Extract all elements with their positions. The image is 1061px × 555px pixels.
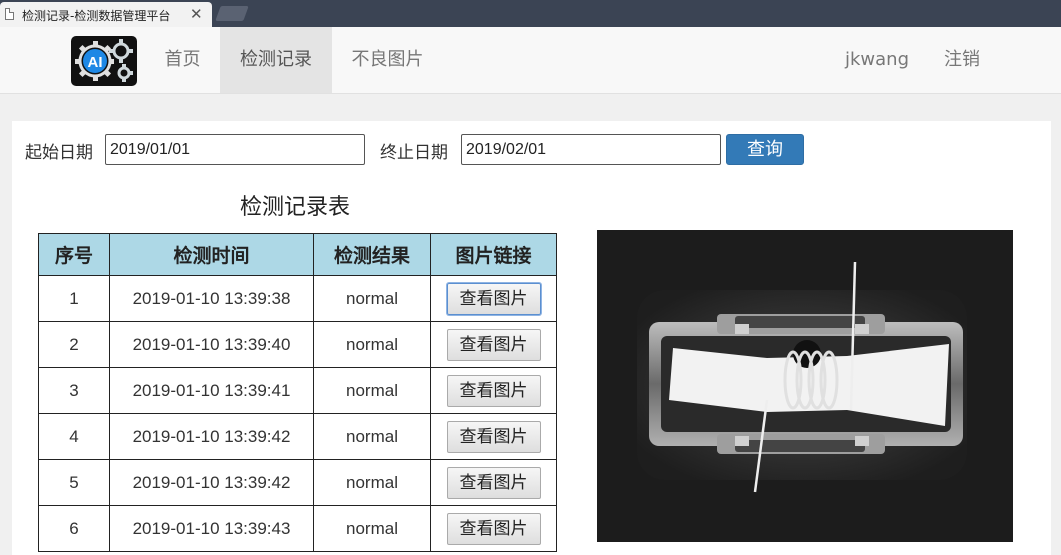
close-tab-icon[interactable]: ✕ bbox=[190, 5, 203, 23]
navbar: AI 首页 检测记录 不良图片 jkwang 注销 bbox=[0, 27, 1061, 94]
cell-no: 2 bbox=[38, 321, 110, 368]
table-row: 6 2019-01-10 13:39:43 normal 查看图片 bbox=[38, 505, 557, 552]
records-table: 序号 检测时间 检测结果 图片链接 1 2019-01-10 13:39:38 … bbox=[38, 233, 557, 552]
cell-time: 2019-01-10 13:39:43 bbox=[109, 505, 314, 552]
start-date-input[interactable] bbox=[105, 134, 365, 165]
view-image-button[interactable]: 查看图片 bbox=[446, 328, 541, 361]
view-image-button[interactable]: 查看图片 bbox=[446, 512, 541, 545]
cell-no: 1 bbox=[38, 275, 110, 322]
table-header-row: 序号 检测时间 检测结果 图片链接 bbox=[38, 233, 557, 276]
new-tab-button[interactable] bbox=[215, 6, 249, 21]
table-row: 1 2019-01-10 13:39:38 normal 查看图片 bbox=[38, 275, 557, 322]
inspection-image bbox=[597, 230, 1013, 542]
cell-result: normal bbox=[313, 275, 431, 322]
nav-home[interactable]: 首页 bbox=[154, 27, 211, 93]
cell-result: normal bbox=[313, 459, 431, 506]
browser-tabstrip: 检测记录-检测数据管理平台 ✕ bbox=[0, 0, 1061, 27]
cell-time: 2019-01-10 13:39:42 bbox=[109, 413, 314, 460]
cell-result: normal bbox=[313, 505, 431, 552]
cell-time: 2019-01-10 13:39:41 bbox=[109, 367, 314, 414]
table-row: 2 2019-01-10 13:39:40 normal 查看图片 bbox=[38, 321, 557, 368]
cell-no: 4 bbox=[38, 413, 110, 460]
cell-time: 2019-01-10 13:39:42 bbox=[109, 459, 314, 506]
app-logo[interactable]: AI bbox=[71, 36, 137, 86]
cell-result: normal bbox=[313, 413, 431, 460]
start-date-label: 起始日期 bbox=[25, 143, 93, 163]
cell-link: 查看图片 bbox=[430, 275, 557, 322]
view-image-button[interactable]: 查看图片 bbox=[446, 420, 541, 453]
table-row: 4 2019-01-10 13:39:42 normal 查看图片 bbox=[38, 413, 557, 460]
logo-text: AI bbox=[88, 54, 103, 71]
nav-logout[interactable]: 注销 bbox=[934, 27, 990, 93]
end-date-label: 终止日期 bbox=[380, 143, 448, 163]
cell-time: 2019-01-10 13:39:40 bbox=[109, 321, 314, 368]
cell-no: 6 bbox=[38, 505, 110, 552]
document-icon bbox=[5, 8, 14, 20]
cell-result: normal bbox=[313, 367, 431, 414]
nav-user[interactable]: jkwang bbox=[838, 27, 916, 93]
main-panel: 起始日期 终止日期 查询 检测记录表 序号 检测时间 检测结果 图片链接 1 2… bbox=[12, 121, 1051, 555]
table-row: 3 2019-01-10 13:39:41 normal 查看图片 bbox=[38, 367, 557, 414]
cell-time: 2019-01-10 13:39:38 bbox=[109, 275, 314, 322]
header-result: 检测结果 bbox=[313, 233, 431, 276]
cell-no: 5 bbox=[38, 459, 110, 506]
view-image-button[interactable]: 查看图片 bbox=[446, 374, 541, 407]
browser-tab[interactable]: 检测记录-检测数据管理平台 ✕ bbox=[0, 2, 212, 27]
cell-link: 查看图片 bbox=[430, 413, 557, 460]
cell-link: 查看图片 bbox=[430, 459, 557, 506]
end-date-input[interactable] bbox=[461, 134, 721, 165]
cell-link: 查看图片 bbox=[430, 321, 557, 368]
cell-link: 查看图片 bbox=[430, 505, 557, 552]
nav-defect-images[interactable]: 不良图片 bbox=[340, 27, 435, 93]
cell-result: normal bbox=[313, 321, 431, 368]
header-time: 检测时间 bbox=[109, 233, 314, 276]
tab-title: 检测记录-检测数据管理平台 bbox=[22, 9, 171, 23]
cell-link: 查看图片 bbox=[430, 367, 557, 414]
header-no: 序号 bbox=[38, 233, 110, 276]
table-row: 5 2019-01-10 13:39:42 normal 查看图片 bbox=[38, 459, 557, 506]
header-link: 图片链接 bbox=[430, 233, 557, 276]
cell-no: 3 bbox=[38, 367, 110, 414]
view-image-button[interactable]: 查看图片 bbox=[446, 282, 541, 315]
query-button[interactable]: 查询 bbox=[726, 134, 804, 165]
nav-inspection-records[interactable]: 检测记录 bbox=[220, 27, 332, 93]
table-title: 检测记录表 bbox=[240, 195, 351, 220]
view-image-button[interactable]: 查看图片 bbox=[446, 466, 541, 499]
